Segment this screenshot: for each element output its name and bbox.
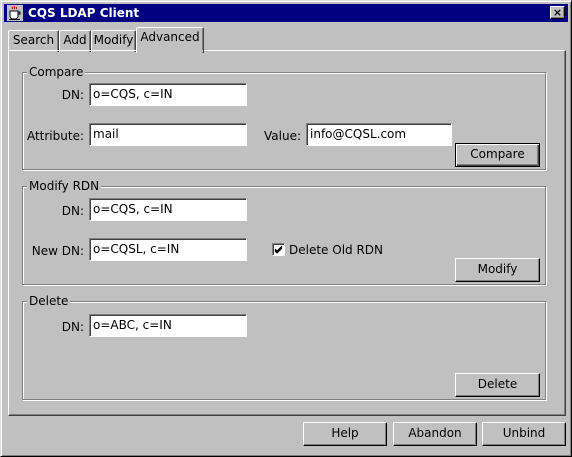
help-button[interactable]: Help — [303, 422, 387, 446]
close-icon[interactable]: × — [550, 6, 565, 19]
tab-panel-advanced — [8, 50, 566, 416]
active-tab-connector — [137, 50, 203, 52]
tab-search[interactable]: Search — [8, 30, 59, 52]
title-bar[interactable]: CQS LDAP Client × — [4, 4, 568, 22]
tab-modify[interactable]: Modify — [91, 30, 136, 52]
app-window: CQS LDAP Client × Search Add Modify Adva… — [0, 0, 572, 457]
unbind-button[interactable]: Unbind — [482, 422, 566, 446]
tab-add[interactable]: Add — [59, 30, 91, 52]
window-title: CQS LDAP Client — [28, 6, 140, 20]
abandon-button[interactable]: Abandon — [393, 422, 477, 446]
coffee-cup-icon[interactable] — [7, 5, 23, 21]
